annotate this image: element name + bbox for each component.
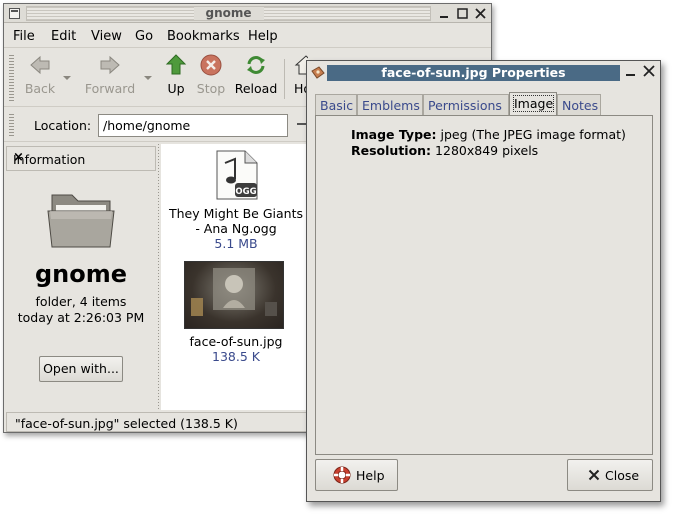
property-value: 1280x849 pixels	[435, 143, 539, 158]
stop-icon	[200, 54, 222, 76]
close-window-button[interactable]	[474, 7, 487, 20]
sidebar-folder-name: gnome	[34, 260, 128, 288]
information-sidebar: Information × gnome folder, 4 items toda…	[6, 144, 156, 410]
menu-edit[interactable]: Edit	[51, 29, 76, 44]
location-input[interactable]: /home/gnome	[98, 114, 288, 137]
dialog-title: face-of-sun.jpg Properties	[327, 65, 620, 81]
audio-file-icon: OGG	[216, 150, 258, 200]
image-file-icon[interactable]	[310, 65, 326, 81]
dialog-close-window-button[interactable]	[642, 64, 656, 78]
up-button[interactable]: Up	[161, 53, 191, 96]
file-item-ogg[interactable]: OGG They Might Be Giants - Ana Ng.ogg 5.…	[161, 149, 311, 251]
close-x-icon	[588, 469, 600, 481]
home-button[interactable]: Ho	[288, 53, 308, 96]
help-lifebuoy-icon	[333, 466, 351, 484]
status-text: "face-of-sun.jpg" selected (138.5 K)	[15, 416, 238, 431]
menu-help[interactable]: Help	[248, 29, 278, 44]
help-label: Help	[356, 468, 385, 483]
menu-go[interactable]: Go	[135, 29, 153, 44]
toolbar-grip[interactable]	[9, 55, 14, 101]
stop-button[interactable]: Stop	[194, 53, 228, 96]
tab-permissions[interactable]: Permissions	[423, 94, 509, 115]
up-arrow-icon	[165, 54, 187, 75]
close-button[interactable]: Close	[567, 459, 653, 491]
close-icon	[643, 65, 655, 77]
location-label: Location:	[34, 118, 92, 133]
toolbar-separator	[284, 59, 285, 99]
file-name: face-of-sun.jpg	[189, 334, 283, 349]
file-size: 138.5 K	[212, 349, 260, 364]
forward-arrow-icon	[100, 55, 120, 75]
back-button[interactable]: Back	[22, 53, 58, 96]
file-item-jpg[interactable]: face-of-sun.jpg 138.5 K	[161, 334, 311, 364]
image-thumbnail[interactable]	[184, 261, 284, 329]
minimize-button[interactable]	[438, 7, 451, 20]
help-button[interactable]: Help	[315, 459, 398, 491]
reload-button[interactable]: Reload	[234, 53, 278, 96]
property-resolution: Resolution: 1280x849 pixels	[351, 143, 538, 158]
minimize-icon	[626, 74, 635, 76]
sidebar-folder-type: folder, 4 items	[35, 294, 127, 309]
menu-view[interactable]: View	[91, 29, 122, 44]
property-value: jpeg (The JPEG image format)	[440, 127, 626, 142]
window-titlebar[interactable]: gnome	[4, 4, 491, 23]
location-grip[interactable]	[9, 114, 14, 136]
file-size: 5.1 MB	[214, 236, 258, 251]
property-label: Resolution:	[351, 143, 432, 158]
ogg-badge: OGG	[235, 187, 256, 197]
file-name-line: They Might Be Giants	[168, 206, 303, 221]
open-with-button[interactable]: Open with...	[39, 356, 123, 382]
dialog-titlebar[interactable]: face-of-sun.jpg Properties	[307, 61, 660, 85]
forward-button[interactable]: Forward	[82, 53, 138, 96]
tab-notes[interactable]: Notes	[557, 94, 601, 115]
menubar: File Edit View Go Bookmarks Help	[4, 24, 491, 48]
file-name-line: - Ana Ng.ogg	[195, 221, 277, 236]
tab-basic[interactable]: Basic	[315, 94, 357, 115]
menu-file[interactable]: File	[13, 29, 35, 44]
minimize-icon	[440, 16, 448, 18]
folder-icon	[47, 194, 115, 248]
property-label: Image Type:	[351, 127, 437, 142]
tab-emblems[interactable]: Emblems	[357, 94, 423, 115]
tab-image[interactable]: Image	[509, 92, 557, 116]
maximize-icon	[457, 8, 468, 19]
image-tab-page: Image Type: jpeg (The JPEG image format)…	[315, 115, 653, 455]
maximize-button[interactable]	[456, 7, 469, 20]
properties-dialog: face-of-sun.jpg Properties Basic Emblems…	[306, 60, 661, 502]
menu-bookmarks[interactable]: Bookmarks	[167, 29, 240, 44]
dialog-minimize-button[interactable]	[624, 64, 638, 78]
reload-icon	[247, 56, 265, 74]
photo-thumbnail-icon	[191, 268, 277, 316]
sidebar-folder-date: today at 2:26:03 PM	[17, 310, 145, 325]
property-image-type: Image Type: jpeg (The JPEG image format)	[351, 127, 626, 142]
sidebar-close-icon[interactable]: ×	[13, 150, 147, 165]
window-title: gnome	[193, 7, 264, 20]
close-label: Close	[605, 468, 640, 483]
sidebar-header[interactable]: Information ×	[6, 146, 156, 171]
close-icon	[475, 8, 486, 19]
back-arrow-icon	[30, 55, 50, 75]
window-menu-icon[interactable]	[9, 8, 20, 19]
